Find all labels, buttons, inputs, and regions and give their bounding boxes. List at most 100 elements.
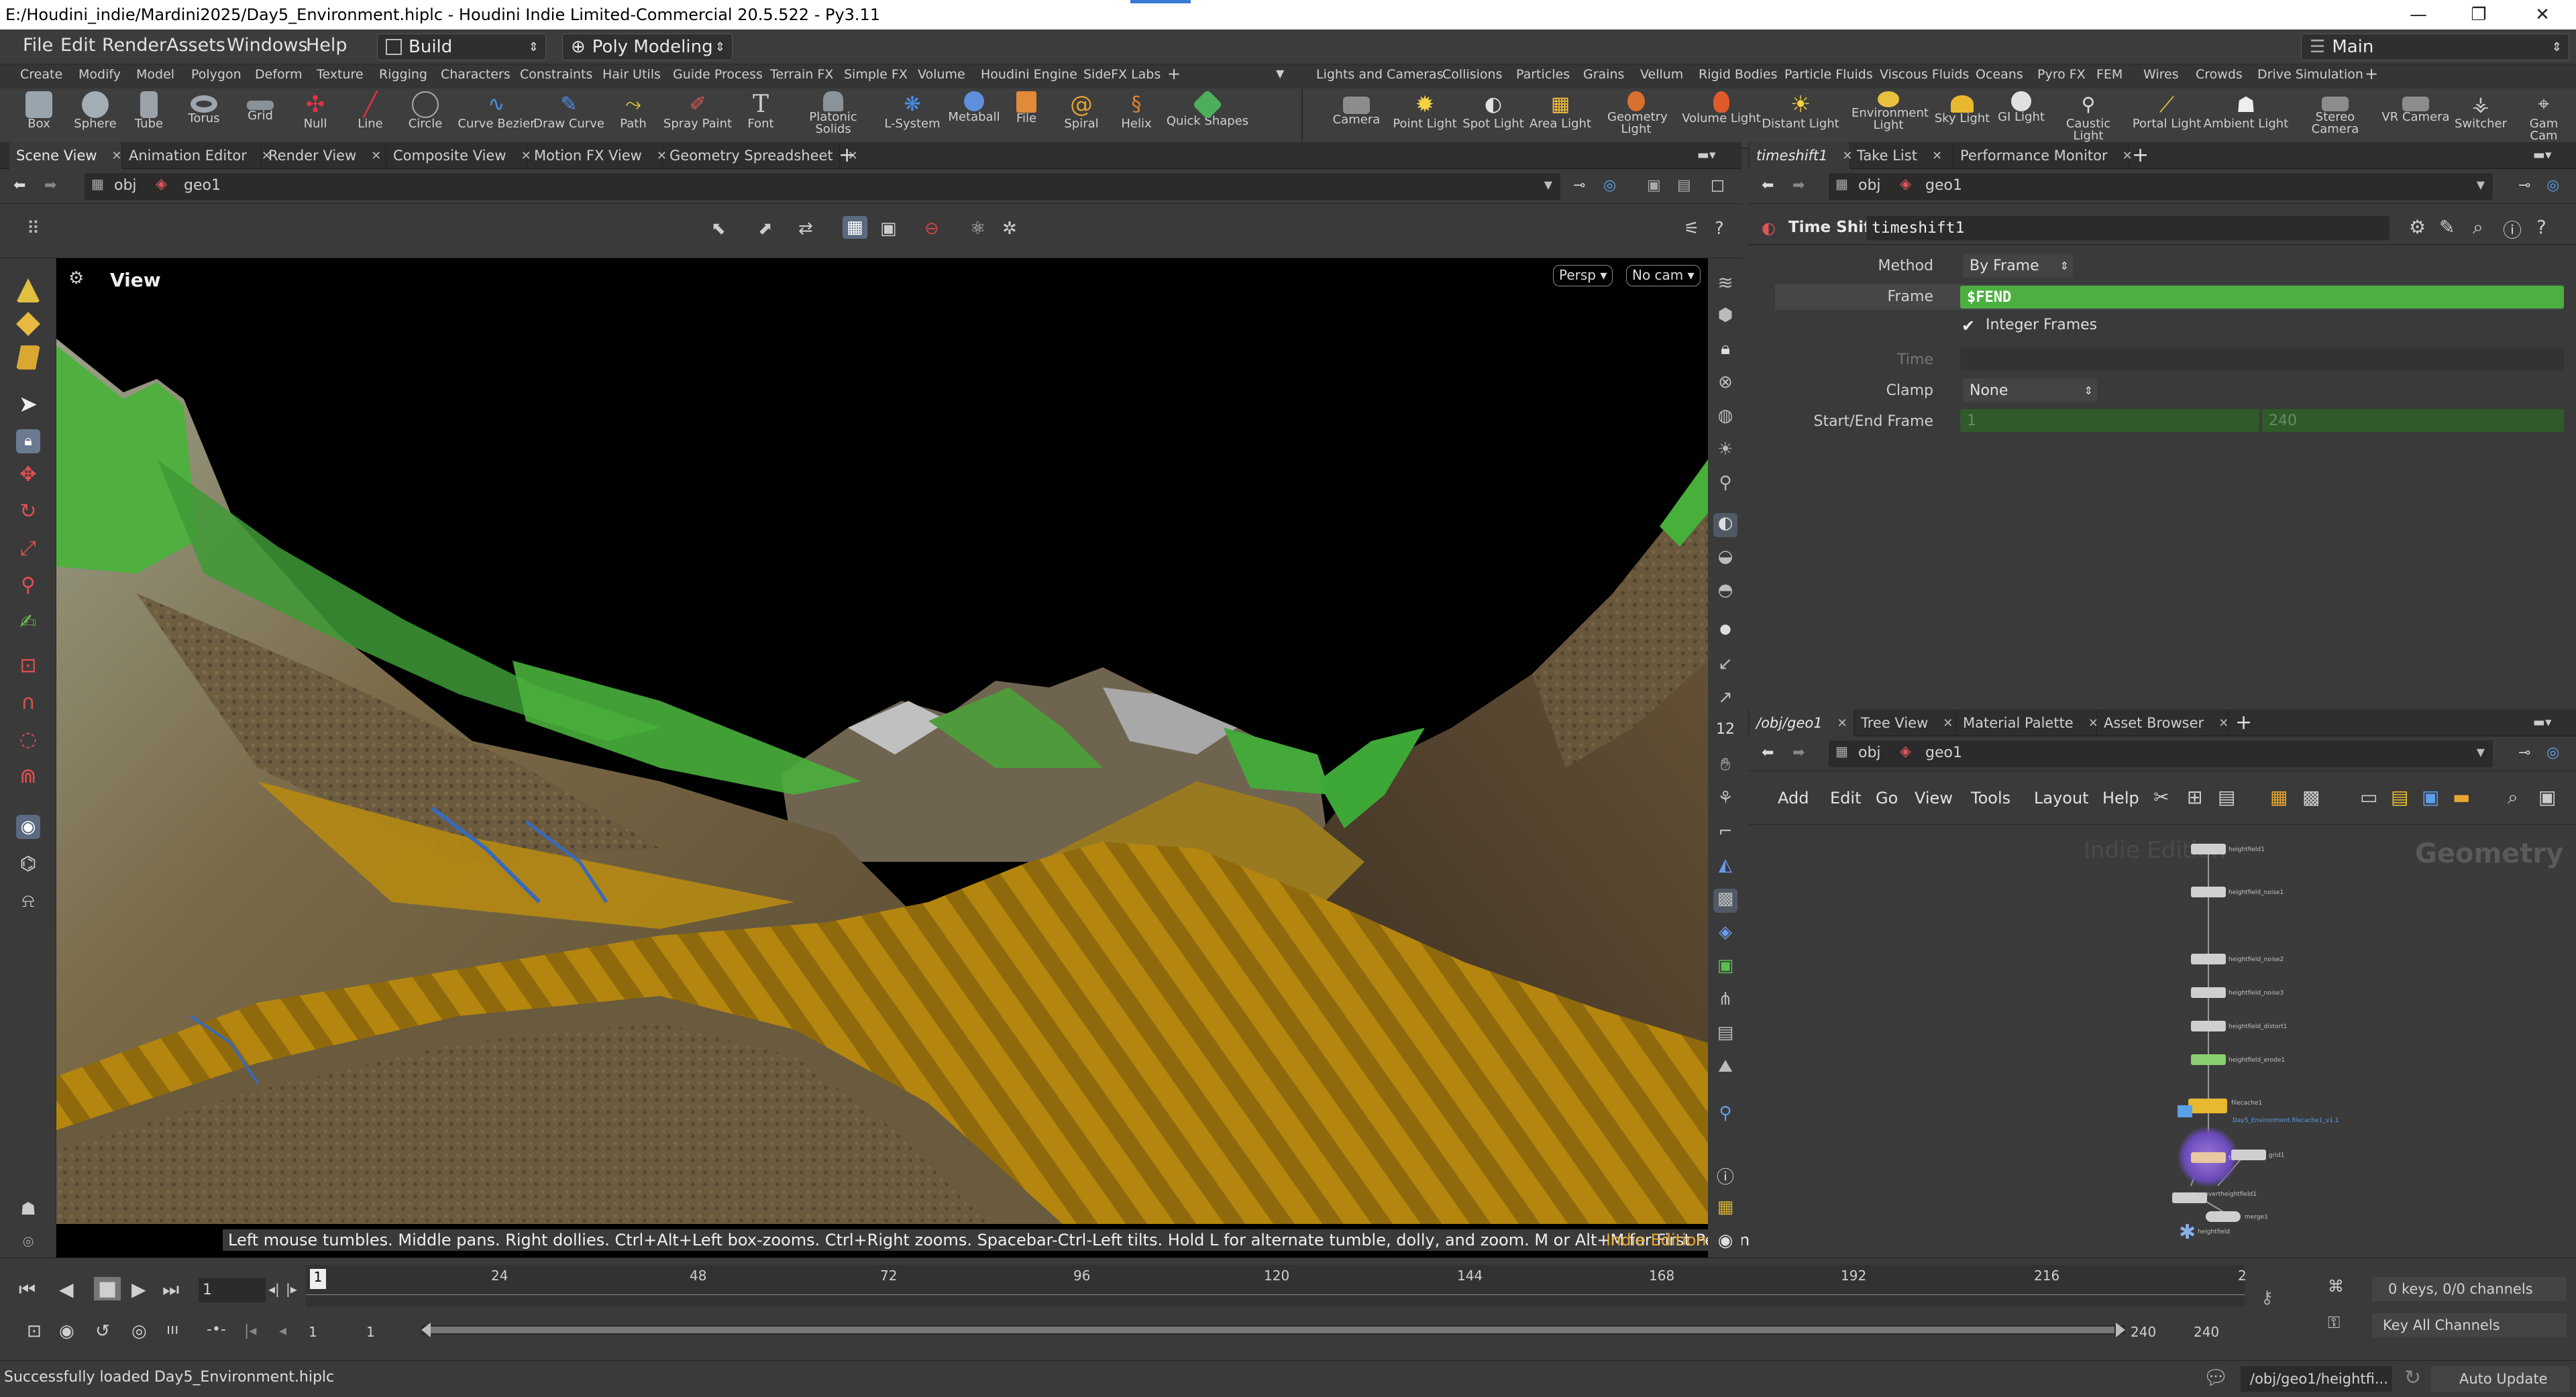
list-view-icon[interactable]: ▤ <box>2218 786 2235 808</box>
tab-motion-fx-view[interactable]: Motion FX View ✕ <box>527 142 667 169</box>
tool-box[interactable]: Box <box>11 89 67 149</box>
node-grid1[interactable] <box>2231 1150 2266 1160</box>
view-gear-icon[interactable]: ⚙ <box>68 268 84 288</box>
handle-tool-icon[interactable] <box>16 278 40 302</box>
workspace-selector[interactable]: ☰ Main ⇕ <box>2301 34 2569 60</box>
forward-arrow-icon[interactable]: ➡ <box>1792 177 1805 194</box>
magnet-tool-icon[interactable]: ∩ <box>16 691 40 715</box>
shelf-tab-drive-simulation[interactable]: Drive Simulation <box>2257 67 2363 82</box>
forward-arrow-icon[interactable]: ➡ <box>1792 744 1805 761</box>
camera-capture-icon[interactable]: ▣ <box>2538 786 2556 808</box>
shelf-tab-oceans[interactable]: Oceans <box>1976 67 2023 82</box>
tool-caustic-light[interactable]: ⚲ Caustic Light <box>2058 89 2118 149</box>
scene-tool-icon[interactable]: ☗ <box>16 1197 40 1221</box>
tool-gi-light[interactable]: GI Light <box>1991 89 2051 149</box>
tile-view-icon[interactable]: ▩ <box>2302 786 2320 808</box>
visibility-options-icon[interactable]: ✲ <box>1002 219 1017 239</box>
shelf-tab-create[interactable]: Create <box>20 67 62 82</box>
shelf-tab-deform[interactable]: Deform <box>255 67 303 82</box>
tab-composite-view[interactable]: Composite View ✕ <box>386 142 531 169</box>
tab-scene-view[interactable]: Scene View ✕ <box>9 142 122 169</box>
tool-grid[interactable]: Grid <box>232 89 288 149</box>
help-icon[interactable]: ? <box>2536 216 2546 238</box>
pin-icon[interactable]: ⊸ <box>2518 744 2530 761</box>
tool-torus[interactable]: Torus <box>176 89 232 149</box>
tool-sky-light[interactable]: Sky Light <box>1932 89 1992 149</box>
shelf-tab-particles[interactable]: Particles <box>1516 67 1570 82</box>
simulation-icon[interactable]: ◎ <box>131 1321 147 1341</box>
shelf-tab-constraints[interactable]: Constraints <box>520 67 592 82</box>
edit-tool-icon[interactable] <box>16 345 40 370</box>
node-heightfield-distort1[interactable] <box>2191 1021 2226 1031</box>
range-prev-icon[interactable]: ◂ <box>279 1323 286 1339</box>
tool-gam-cam[interactable]: ⌖ Gam Cam <box>2516 89 2572 149</box>
lock-icon[interactable]: 🔒︎ <box>16 429 40 453</box>
step-mode-icon[interactable]: -•- <box>207 1321 226 1338</box>
tool-stereo-camera[interactable]: Stereo Camera <box>2306 89 2364 149</box>
pose-tool-icon[interactable]: ⚲ <box>16 573 40 598</box>
material-display-icon[interactable]: ◈ <box>1713 922 1737 946</box>
search-icon[interactable]: ⌕ <box>2508 786 2518 809</box>
range-slider-handle-right[interactable] <box>2116 1323 2125 1337</box>
tab-take-list[interactable]: Take List ✕ <box>1850 142 1953 169</box>
chevron-down-icon[interactable]: ▼ <box>2477 746 2485 759</box>
info-icon[interactable]: ⓘ <box>2503 216 2522 243</box>
shelf-tab-rigid-bodies[interactable]: Rigid Bodies <box>1699 67 1778 82</box>
tab-tree-view[interactable]: Tree View ✕ <box>1854 710 1956 736</box>
link-icon[interactable]: ◎ <box>2546 177 2559 194</box>
network-menu-go[interactable]: Go <box>1876 789 1898 807</box>
shelf-tab-wires[interactable]: Wires <box>2143 67 2179 82</box>
ruler-icon[interactable]: ⌐ <box>1713 822 1737 846</box>
shelf-menu-arrow[interactable]: ▼ <box>1276 67 1284 80</box>
tab-performance-monitor[interactable]: Performance Monitor ✕ <box>1953 142 2133 169</box>
param-path-obj[interactable]: obj <box>1858 177 1881 194</box>
link-icon[interactable]: ◎ <box>1603 177 1616 194</box>
snap-grid-icon[interactable]: ⠿ <box>27 219 40 239</box>
range-end-2[interactable]: 240 <box>2194 1324 2219 1340</box>
layers-icon[interactable]: ▤ <box>1713 1023 1737 1047</box>
tool-geometry-light[interactable]: Geometry Light <box>1606 89 1668 149</box>
forward-arrow-icon[interactable]: ➡ <box>44 177 56 194</box>
network-pane-menu-icon[interactable]: ▬▾ <box>2533 715 2552 730</box>
close-icon[interactable]: ✕ <box>1943 716 1953 730</box>
clamp-dropdown[interactable]: None ⇕ <box>1963 378 2097 402</box>
rotate-tool-icon[interactable]: ↻ <box>16 500 40 524</box>
numbers-icon[interactable]: 12 <box>1713 721 1737 745</box>
update-mode-dropdown[interactable]: Auto Update <box>2431 1366 2569 1392</box>
add-network-tab-button[interactable]: + <box>2235 711 2252 734</box>
snapping-icon[interactable]: ⚘ <box>1713 788 1737 812</box>
peak-tool-icon[interactable]: ◌ <box>16 728 40 752</box>
shelf-tab-viscous-fluids[interactable]: Viscous Fluids <box>1880 67 1969 82</box>
shelf-tab-guide-process[interactable]: Guide Process <box>673 67 763 82</box>
camera-tool-icon[interactable]: ⌾ <box>16 1231 40 1255</box>
tree-layout-icon[interactable]: ⊞ <box>2187 786 2202 808</box>
pin-icon[interactable]: ⊸ <box>2518 177 2530 194</box>
param-path-geo1[interactable]: geo1 <box>1925 177 1962 194</box>
select-points-icon[interactable]: ⬈ <box>758 219 773 239</box>
node-merge1[interactable] <box>2206 1211 2241 1222</box>
shelf-tab-houdini-engine[interactable]: Houdini Engine <box>981 67 1077 82</box>
viewport-layout-icon[interactable]: ▦ <box>1713 1197 1737 1221</box>
help-icon[interactable]: ? <box>1715 219 1724 239</box>
tool-distant-light[interactable]: ☀ Distant Light <box>1762 89 1839 149</box>
add-shelf-tab-button[interactable]: + <box>1167 64 1181 83</box>
node-name-field[interactable]: timeshift1 <box>1866 216 2390 240</box>
network-path-obj[interactable]: obj <box>1858 744 1881 761</box>
gear-icon[interactable]: ⚙ <box>2409 216 2426 238</box>
location-icon[interactable]: ⚲ <box>1713 1103 1737 1127</box>
hand-icon[interactable]: ✋︎ <box>1713 755 1737 779</box>
play-button[interactable]: ▶ <box>131 1278 146 1300</box>
edit-brush-icon[interactable]: ✎ <box>2439 216 2455 238</box>
grid-view-icon[interactable]: ▦ <box>2270 786 2288 808</box>
shelf-tab-polygon[interactable]: Polygon <box>191 67 241 82</box>
close-icon[interactable]: ✕ <box>2218 716 2229 730</box>
timeline-ruler[interactable]: 1 24 48 72 96 120 144 168 192 216 2 <box>306 1265 2247 1306</box>
vector-icon[interactable]: ↗ <box>1713 687 1737 712</box>
light-bulb-icon[interactable]: ⚲ <box>1713 473 1737 497</box>
tool-helix[interactable]: § Helix <box>1108 89 1165 149</box>
frame-field[interactable]: $FEND <box>1960 286 2564 309</box>
method-dropdown[interactable]: By Frame ⇕ <box>1963 254 2073 278</box>
maximize-pane-icon[interactable]: □ <box>1711 177 1725 194</box>
search-icon[interactable]: ⌕ <box>2473 216 2483 239</box>
add-pane-tab-button[interactable]: + <box>839 144 855 167</box>
